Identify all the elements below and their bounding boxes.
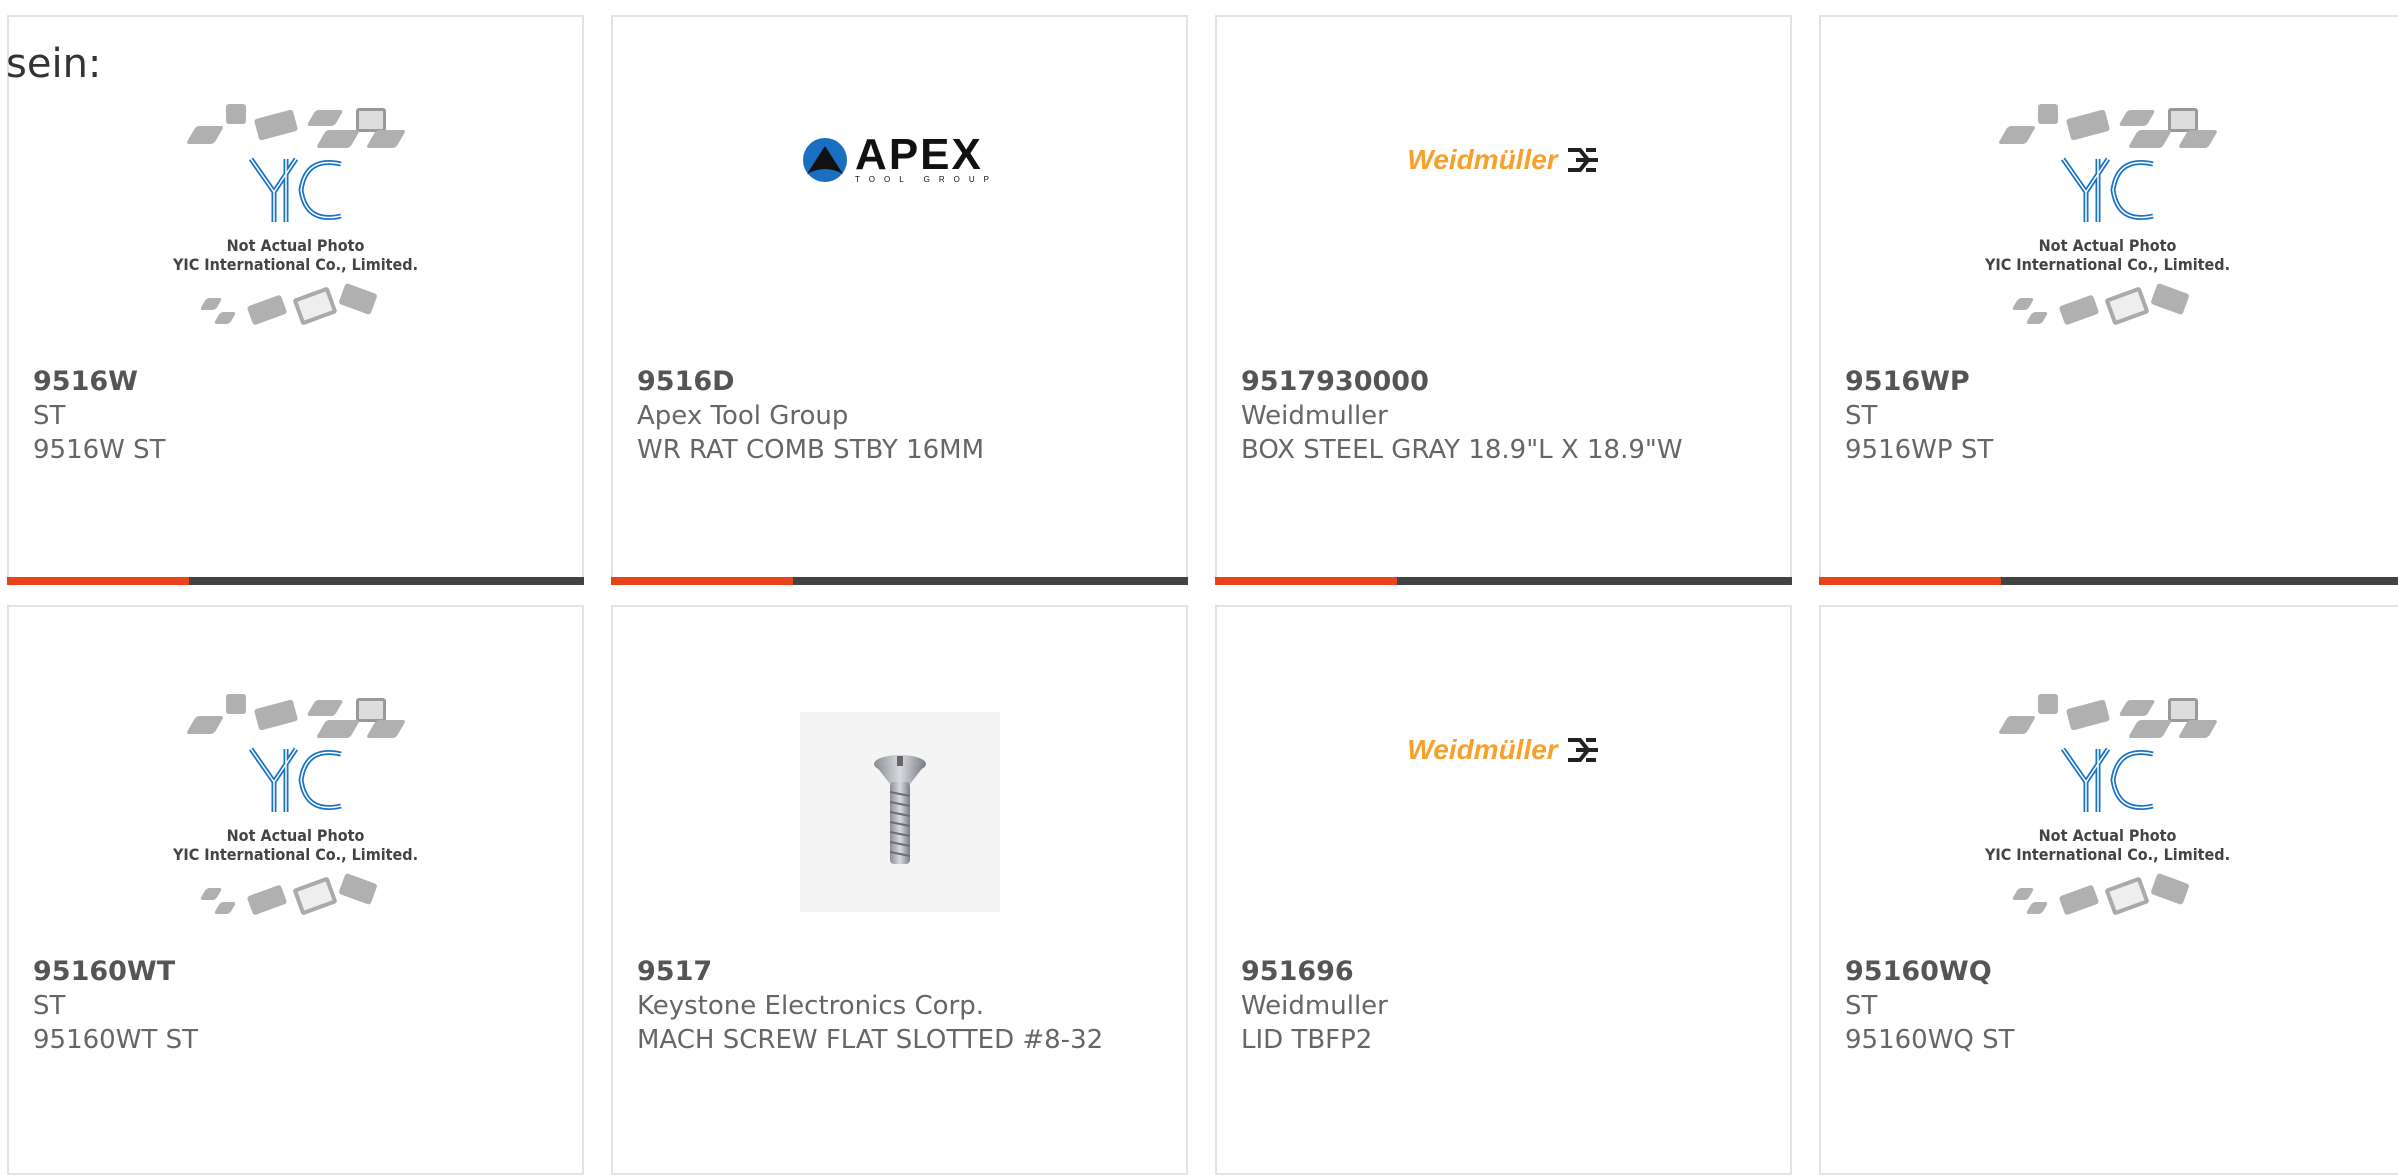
yic-logo-icon bbox=[248, 747, 342, 812]
manufacturer: Apex Tool Group bbox=[637, 401, 849, 431]
part-number[interactable]: 9516WP bbox=[1845, 365, 2367, 399]
part-number[interactable]: 9517930000 bbox=[1241, 365, 1750, 399]
screw-photo bbox=[799, 712, 1000, 912]
part-number[interactable]: 95160WT bbox=[33, 955, 542, 989]
card-bottom-bar bbox=[7, 577, 584, 585]
product-card[interactable]: Not Actual Photo YIC International Co., … bbox=[7, 15, 584, 585]
manufacturer: ST bbox=[1845, 991, 1878, 1021]
yic-logo-icon bbox=[2060, 157, 2154, 222]
yic-placeholder-image: Not Actual Photo YIC International Co., … bbox=[1973, 692, 2243, 932]
product-card[interactable]: Weidmüller 951696 Weidmuller LID TBFP2 bbox=[1215, 605, 1792, 1175]
description: LID TBFP2 bbox=[1241, 1025, 1373, 1055]
product-card[interactable]: Not Actual Photo YIC International Co., … bbox=[1819, 605, 2398, 1175]
placeholder-line2: YIC International Co., Limited. bbox=[1984, 255, 2231, 274]
part-number[interactable]: 9516D bbox=[637, 365, 1146, 399]
yic-placeholder-image: Not Actual Photo YIC International Co., … bbox=[1973, 102, 2243, 342]
apex-wordmark: APEX bbox=[855, 130, 983, 179]
placeholder-line2: YIC International Co., Limited. bbox=[172, 845, 419, 864]
card-bottom-bar bbox=[1819, 577, 2398, 585]
yic-logo-icon bbox=[248, 157, 342, 222]
placeholder-line2: YIC International Co., Limited. bbox=[172, 255, 419, 274]
weidmuller-logo: Weidmüller bbox=[1407, 734, 1599, 766]
product-card[interactable]: APEX TOOL GROUP 9516D Apex Tool Group WR… bbox=[611, 15, 1188, 585]
card-bottom-bar bbox=[1215, 577, 1792, 585]
weidmuller-wordmark: Weidmüller bbox=[1407, 143, 1558, 175]
placeholder-line2: YIC International Co., Limited. bbox=[1984, 845, 2231, 864]
weidmuller-logo: Weidmüller bbox=[1407, 144, 1599, 176]
product-image[interactable]: APEX TOOL GROUP bbox=[613, 87, 1186, 357]
part-number[interactable]: 951696 bbox=[1241, 955, 1750, 989]
description: 9516W ST bbox=[33, 435, 166, 465]
yic-placeholder-image: Not Actual Photo YIC International Co., … bbox=[161, 102, 431, 342]
weidmuller-mark-icon bbox=[1567, 147, 1598, 172]
manufacturer: Weidmuller bbox=[1241, 401, 1388, 431]
part-number[interactable]: 9516W bbox=[33, 365, 542, 399]
placeholder-line1: Not Actual Photo bbox=[226, 236, 365, 255]
manufacturer: ST bbox=[33, 401, 66, 431]
product-image[interactable]: Not Actual Photo YIC International Co., … bbox=[9, 87, 582, 357]
product-image[interactable]: Weidmüller bbox=[1217, 677, 1790, 947]
product-image[interactable] bbox=[613, 677, 1186, 947]
yic-logo-icon bbox=[2060, 747, 2154, 812]
description: 95160WQ ST bbox=[1845, 1025, 2015, 1055]
card-bottom-bar bbox=[611, 577, 1188, 585]
product-image[interactable]: Not Actual Photo YIC International Co., … bbox=[1821, 677, 2394, 947]
manufacturer: ST bbox=[33, 991, 66, 1021]
description: WR RAT COMB STBY 16MM bbox=[637, 435, 985, 465]
yic-placeholder-image: Not Actual Photo YIC International Co., … bbox=[161, 692, 431, 932]
manufacturer: Weidmuller bbox=[1241, 991, 1388, 1021]
product-card[interactable]: Weidmüller 9517930000 Weidmuller BOX STE… bbox=[1215, 15, 1792, 585]
product-card[interactable]: Not Actual Photo YIC International Co., … bbox=[1819, 15, 2398, 585]
description: BOX STEEL GRAY 18.9"L X 18.9"W bbox=[1241, 435, 1683, 465]
part-number[interactable]: 95160WQ bbox=[1845, 955, 2367, 989]
description: MACH SCREW FLAT SLOTTED #8-32 bbox=[637, 1025, 1104, 1055]
product-image[interactable]: Not Actual Photo YIC International Co., … bbox=[1821, 87, 2394, 357]
product-image[interactable]: Not Actual Photo YIC International Co., … bbox=[9, 677, 582, 947]
placeholder-line1: Not Actual Photo bbox=[226, 826, 365, 845]
description: 9516WP ST bbox=[1845, 435, 1994, 465]
part-number[interactable]: 9517 bbox=[637, 955, 1146, 989]
placeholder-line1: Not Actual Photo bbox=[2038, 236, 2177, 255]
screw-icon bbox=[873, 755, 926, 864]
placeholder-line1: Not Actual Photo bbox=[2038, 826, 2177, 845]
apex-sub: TOOL GROUP bbox=[855, 175, 998, 184]
manufacturer: ST bbox=[1845, 401, 1878, 431]
weidmuller-mark-icon bbox=[1567, 737, 1598, 762]
description: 95160WT ST bbox=[33, 1025, 198, 1055]
product-card[interactable]: Not Actual Photo YIC International Co., … bbox=[7, 605, 584, 1175]
product-card[interactable]: 9517 Keystone Electronics Corp. MACH SCR… bbox=[611, 605, 1188, 1175]
weidmuller-wordmark: Weidmüller bbox=[1407, 733, 1558, 765]
intro-text: sein: bbox=[6, 41, 102, 87]
product-image[interactable]: Weidmüller bbox=[1217, 87, 1790, 357]
apex-logo: APEX TOOL GROUP bbox=[801, 130, 998, 184]
manufacturer: Keystone Electronics Corp. bbox=[637, 991, 985, 1021]
apex-logo-icon bbox=[803, 137, 848, 182]
